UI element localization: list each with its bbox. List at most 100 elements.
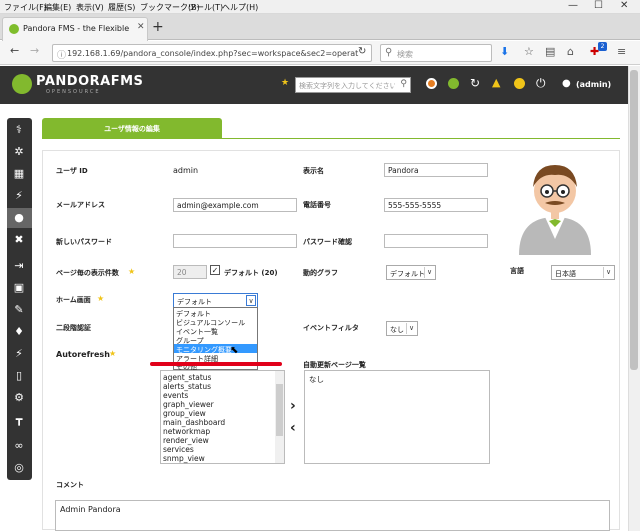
- help-star-icon: ★: [128, 267, 136, 276]
- phone-input[interactable]: 555-555-5555: [384, 198, 488, 212]
- chevron-down-icon: ∨: [424, 267, 434, 278]
- configuration-icon[interactable]: ✎: [11, 302, 27, 318]
- menu-history[interactable]: 履歴(S): [108, 2, 135, 13]
- menu-view[interactable]: 表示(V): [76, 2, 104, 13]
- menu-file[interactable]: ファイル(F): [4, 2, 47, 13]
- chevron-down-icon: ∨: [603, 267, 613, 278]
- favorite-star-icon[interactable]: ★: [281, 78, 289, 88]
- email-input[interactable]: admin@example.com: [173, 198, 297, 212]
- update-icon[interactable]: ◎: [11, 460, 27, 476]
- topology-icon[interactable]: ✲: [11, 144, 27, 160]
- extension-badge: 2: [598, 42, 607, 51]
- header-search-input[interactable]: 検索文字列を入力してください ⚲: [295, 77, 411, 93]
- menu-edit[interactable]: 編集(E): [44, 2, 71, 13]
- help-icon[interactable]: [514, 78, 525, 89]
- user-name[interactable]: (admin): [576, 80, 611, 89]
- maximize-icon[interactable]: ☐: [594, 0, 603, 11]
- list-item[interactable]: group_view: [163, 409, 206, 418]
- event-admin-icon[interactable]: ⚡: [11, 346, 27, 362]
- comment-text: Admin Pandora: [60, 505, 121, 514]
- list-item[interactable]: render_view: [163, 436, 209, 445]
- help-star-icon: ★: [109, 349, 117, 358]
- back-icon[interactable]: ←: [10, 44, 19, 57]
- pandora-logo-text[interactable]: PANDORAFMS: [36, 74, 143, 89]
- list-item[interactable]: services: [163, 445, 194, 454]
- browser-menubar: ファイル(F) 編集(E) 表示(V) 履歴(S) ブックマーク(B) ツール(…: [0, 0, 640, 14]
- list-item[interactable]: なし: [309, 374, 324, 385]
- profiles-icon[interactable]: ▣: [11, 280, 27, 296]
- minimize-icon[interactable]: —: [568, 0, 578, 11]
- monitoring-icon[interactable]: ⚕: [11, 122, 27, 138]
- list-item[interactable]: networkmap: [163, 427, 210, 436]
- menu-help[interactable]: ヘルプ(H): [222, 2, 258, 13]
- list-item[interactable]: snmp_view: [163, 454, 205, 463]
- new-tab-icon[interactable]: +: [152, 19, 164, 35]
- chevron-down-icon: ∨: [406, 323, 416, 334]
- resources-icon[interactable]: ⇥: [11, 258, 27, 274]
- tab-edit-user[interactable]: ユーザ情報の編集: [42, 118, 222, 138]
- clipboard-icon[interactable]: ▤: [545, 45, 555, 58]
- autorefresh-pages-label: 自動更新ページ一覧: [303, 361, 366, 369]
- close-window-icon[interactable]: ✕: [620, 0, 628, 11]
- lifebuoy-icon[interactable]: [426, 78, 437, 89]
- language-label: 言語: [510, 267, 524, 275]
- move-right-button[interactable]: ›: [290, 398, 296, 414]
- user-icon[interactable]: ●: [562, 78, 571, 89]
- new-password-label: 新しいパスワード: [56, 238, 112, 246]
- alerts-bell-icon[interactable]: ♦: [11, 324, 27, 340]
- block-size-default-checkbox[interactable]: ✓: [210, 265, 220, 275]
- links-icon[interactable]: ∞: [11, 438, 27, 454]
- header-search-placeholder: 検索文字列を入力してください: [299, 82, 395, 90]
- menu-tools[interactable]: ツール(T): [188, 2, 223, 13]
- home-icon[interactable]: ⌂: [567, 45, 574, 58]
- fullname-input[interactable]: Pandora: [384, 163, 488, 177]
- browser-tab[interactable]: Pandora FMS - the Flexible M ✕: [2, 17, 148, 41]
- events-icon[interactable]: ⚡: [11, 188, 27, 204]
- setup-gear-icon[interactable]: ⚙: [11, 390, 27, 406]
- comment-textarea[interactable]: Admin Pandora: [55, 500, 610, 531]
- search-icon[interactable]: ⚲: [400, 79, 407, 89]
- status-ok-icon[interactable]: [448, 78, 459, 89]
- info-icon[interactable]: ⓘ: [57, 48, 66, 61]
- page-scrollbar-thumb[interactable]: [630, 70, 638, 370]
- block-size-label: ページ毎の表示件数: [56, 269, 119, 277]
- warning-icon[interactable]: ▲: [492, 76, 500, 89]
- admin-tools-icon[interactable]: ┳: [11, 412, 27, 428]
- home-screen-select[interactable]: デフォルト ∨: [173, 293, 258, 308]
- interactive-charts-select[interactable]: デフォルト ∨: [386, 265, 436, 280]
- list-scrollbar-thumb[interactable]: [276, 384, 283, 436]
- refresh-icon[interactable]: ↻: [470, 76, 480, 90]
- list-item[interactable]: events: [163, 391, 188, 400]
- user-avatar: [519, 165, 591, 255]
- power-icon[interactable]: ⏻: [536, 76, 546, 91]
- bookmark-star-icon[interactable]: ☆: [524, 45, 534, 58]
- tab-underline: [42, 138, 620, 139]
- hamburger-menu-icon[interactable]: ≡: [617, 45, 626, 58]
- autorefresh-selected-list[interactable]: なし: [304, 370, 490, 464]
- reporting-icon[interactable]: ▯: [11, 368, 27, 384]
- forward-icon[interactable]: →: [30, 44, 39, 57]
- download-icon[interactable]: ⬇: [500, 45, 509, 58]
- pandora-favicon-icon: [9, 24, 19, 34]
- block-size-input[interactable]: 20: [173, 265, 207, 279]
- phone-label: 電話番号: [303, 201, 331, 209]
- new-password-input[interactable]: [173, 234, 297, 248]
- list-item[interactable]: graph_viewer: [163, 400, 214, 409]
- workspace-user-icon[interactable]: ●: [11, 210, 27, 226]
- url-bar[interactable]: ⓘ 192.168.1.69/pandora_console/index.php…: [52, 44, 372, 62]
- reports-icon[interactable]: ▦: [11, 166, 27, 182]
- list-item[interactable]: main_dashboard: [163, 418, 225, 427]
- pandora-logo-icon[interactable]: [12, 74, 32, 94]
- list-item[interactable]: alerts_status: [163, 382, 211, 391]
- list-item[interactable]: agent_status: [163, 373, 211, 382]
- confirm-password-input[interactable]: [384, 234, 488, 248]
- reload-icon[interactable]: ↻: [358, 46, 366, 57]
- pandora-logo-subtitle: OPENSOURCE: [46, 89, 101, 95]
- event-filter-select[interactable]: なし ∨: [386, 321, 418, 336]
- tab-edit-user-label: ユーザ情報の編集: [104, 125, 160, 133]
- language-select[interactable]: 日本語 ∨: [551, 265, 615, 280]
- move-left-button[interactable]: ‹: [290, 420, 296, 436]
- tools-icon[interactable]: ✖: [11, 232, 27, 248]
- close-tab-icon[interactable]: ✕: [137, 22, 145, 32]
- browser-search-input[interactable]: ⚲ 検索: [380, 44, 492, 62]
